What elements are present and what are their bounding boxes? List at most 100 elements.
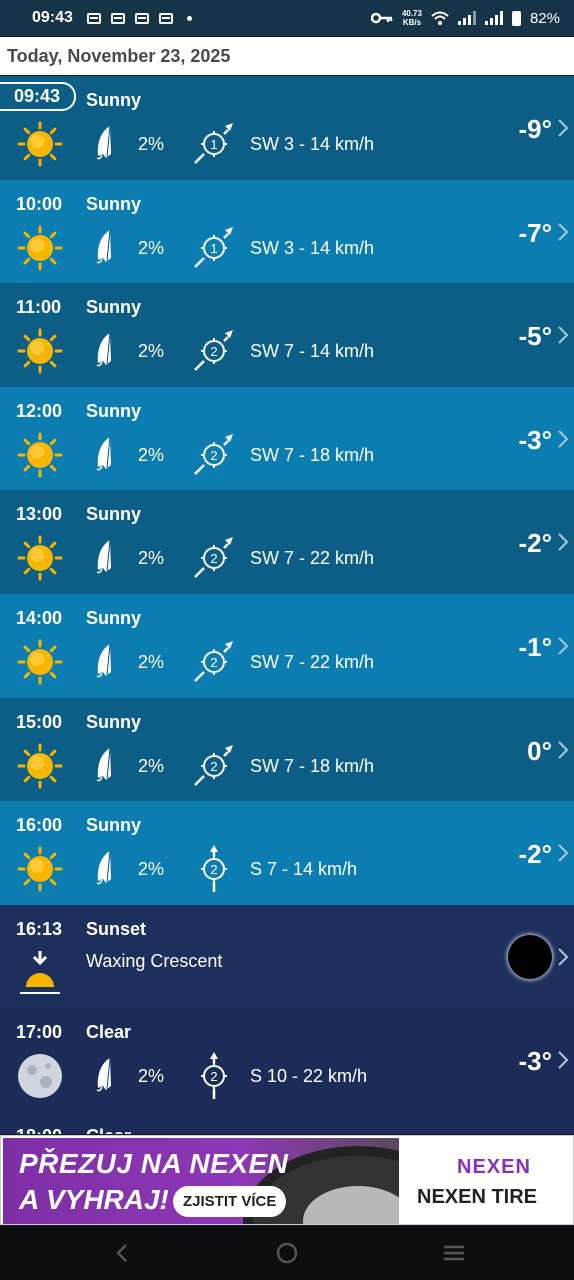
wind-value: SW 3 - 14 km/h bbox=[250, 134, 375, 154]
ad-cta-button[interactable]: ZJISTIT VÍCE bbox=[173, 1186, 287, 1217]
sun-icon bbox=[16, 742, 64, 790]
forecast-row[interactable]: 18:00 Clear bbox=[0, 1111, 574, 1134]
network-speed-value: 40.73 bbox=[401, 9, 422, 18]
precipitation-value: 2% bbox=[138, 755, 165, 776]
chevron-right-icon[interactable] bbox=[556, 118, 570, 138]
umbrella-icon bbox=[94, 849, 116, 885]
status-time: 09:43 bbox=[32, 9, 73, 26]
temperature-value: 0° bbox=[527, 735, 552, 766]
wind-direction-icon: 2 bbox=[190, 1052, 238, 1100]
forecast-row[interactable]: 15:00 Sunny 2% 2 SW 7 - 18 km/h 0° bbox=[0, 697, 574, 802]
wind-direction-icon: 2 bbox=[190, 431, 238, 479]
forecast-row[interactable]: 09:43 Sunny 2% 1 SW 3 - 14 km/h -9° bbox=[0, 76, 574, 180]
chevron-right-icon[interactable] bbox=[556, 429, 570, 449]
ad-image[interactable]: PŘEZUJ NA NEXEN A VYHRAJ! ZJISTIT VÍCE bbox=[3, 1138, 399, 1224]
umbrella-icon bbox=[94, 331, 116, 367]
chevron-right-icon[interactable] bbox=[556, 532, 570, 552]
moon-icon bbox=[16, 1052, 64, 1100]
forecast-row[interactable]: 14:00 Sunny 2% 2 SW 7 - 22 km/h -1° bbox=[0, 593, 574, 698]
condition-label: Sunny bbox=[86, 711, 142, 732]
hour-label: 14:00 bbox=[16, 607, 63, 628]
notification-icon bbox=[134, 12, 149, 24]
sun-icon bbox=[16, 534, 64, 582]
key-icon bbox=[370, 12, 393, 24]
hour-label: 12:00 bbox=[16, 400, 63, 421]
hourly-forecast-list[interactable]: 09:43 Sunny 2% 1 SW 3 - 14 km/h -9° 10:00 Sunny… bbox=[0, 76, 574, 1134]
svg-text:2: 2 bbox=[210, 551, 217, 566]
chevron-right-icon[interactable] bbox=[556, 740, 570, 760]
wind-value: SW 7 - 22 km/h bbox=[250, 548, 375, 569]
svg-text:2: 2 bbox=[210, 862, 217, 877]
umbrella-icon bbox=[94, 538, 116, 574]
forecast-row[interactable]: 16:00 Sunny 2% 2 S 7 - 14 km/h -2° bbox=[0, 801, 574, 905]
chevron-right-icon[interactable] bbox=[556, 1050, 570, 1070]
wind-value: SW 7 - 22 km/h bbox=[250, 651, 375, 672]
sun-icon bbox=[16, 431, 64, 479]
forecast-row[interactable]: 12:00 Sunny 2% 2 SW 7 - 18 km/h -3° bbox=[0, 386, 574, 491]
ad-banner[interactable]: PŘEZUJ NA NEXEN A VYHRAJ! ZJISTIT VÍCE N… bbox=[0, 1135, 574, 1225]
nexen-logo: NEXEN bbox=[457, 1156, 531, 1178]
forecast-row[interactable]: 13:00 Sunny 2% 2 SW 7 - 22 km/h -2° bbox=[0, 490, 574, 594]
temperature-value: -9° bbox=[518, 114, 552, 144]
svg-text:1: 1 bbox=[210, 241, 217, 256]
wind-value: SW 7 - 14 km/h bbox=[250, 341, 375, 362]
chevron-right-icon[interactable] bbox=[556, 222, 570, 242]
condition-label: Sunny bbox=[86, 607, 142, 628]
battery-percent: 82% bbox=[529, 9, 560, 27]
wind-direction-icon: 2 bbox=[190, 742, 238, 790]
umbrella-icon bbox=[94, 228, 116, 264]
precipitation-value: 2% bbox=[138, 548, 165, 569]
back-icon[interactable] bbox=[108, 1239, 136, 1267]
chevron-right-icon[interactable] bbox=[556, 325, 570, 345]
temperature-value: -3° bbox=[518, 424, 552, 455]
mail-icon bbox=[158, 12, 173, 24]
wind-direction-icon: 2 bbox=[190, 534, 238, 582]
condition-label: Sunset bbox=[86, 918, 147, 939]
network-speed-unit: KB/s bbox=[402, 18, 422, 27]
chevron-right-icon[interactable] bbox=[556, 843, 570, 863]
forecast-row[interactable]: 11:00 Sunny 2% 2 SW 7 - 14 km/h -5° bbox=[0, 283, 574, 387]
temperature-value: -5° bbox=[518, 321, 552, 352]
wind-direction-icon: 2 bbox=[190, 845, 238, 893]
forecast-row[interactable]: 17:00 Clear 2% 2 S 10 - 22 km/h -3° bbox=[0, 1008, 574, 1112]
forecast-row[interactable]: 16:13 Sunset Waxing Crescent bbox=[0, 904, 574, 1009]
condition-label: Sunny bbox=[86, 297, 142, 318]
precipitation-value: 2% bbox=[138, 134, 165, 154]
notification-icon bbox=[110, 12, 125, 24]
signal-icon bbox=[484, 11, 503, 25]
forecast-row[interactable]: 10:00 Sunny 2% 1 SW 3 - 14 km/h -7° bbox=[0, 179, 574, 284]
precipitation-value: 2% bbox=[138, 444, 165, 465]
ad-logo-panel[interactable]: NEXEN NEXEN TIRE bbox=[401, 1138, 573, 1224]
hour-label: 10:00 bbox=[16, 193, 63, 214]
hour-label: 16:00 bbox=[16, 815, 63, 836]
hour-label: 17:00 bbox=[16, 1022, 63, 1043]
date-header: Today, November 23, 2025 bbox=[0, 37, 574, 75]
hour-label: 15:00 bbox=[16, 711, 63, 732]
temperature-value: -2° bbox=[518, 839, 552, 870]
home-icon[interactable] bbox=[273, 1239, 301, 1267]
sun-icon bbox=[16, 638, 64, 686]
chevron-right-icon[interactable] bbox=[556, 636, 570, 656]
condition-label: Sunny bbox=[86, 400, 142, 421]
recent-apps-icon[interactable] bbox=[440, 1239, 468, 1267]
ad-headline: PŘEZUJ NA NEXEN bbox=[19, 1148, 289, 1179]
network-speed: 40.73 KB/s bbox=[402, 9, 422, 27]
wind-direction-icon: 2 bbox=[190, 327, 238, 375]
svg-text:2: 2 bbox=[210, 1069, 217, 1084]
system-nav-bar bbox=[0, 1226, 574, 1280]
umbrella-icon bbox=[94, 1056, 116, 1092]
precipitation-value: 2% bbox=[138, 859, 165, 880]
sun-icon bbox=[16, 845, 64, 893]
moon-phase-label: Waxing Crescent bbox=[86, 950, 223, 971]
wind-value: S 7 - 14 km/h bbox=[250, 859, 358, 880]
temperature-value: -7° bbox=[518, 217, 552, 248]
chevron-right-icon[interactable] bbox=[556, 947, 570, 967]
umbrella-icon bbox=[94, 642, 116, 678]
notification-icon bbox=[86, 12, 101, 24]
wind-direction-icon: 1 bbox=[190, 224, 238, 272]
ad-brand-name: NEXEN TIRE bbox=[417, 1186, 538, 1208]
precipitation-value: 2% bbox=[138, 651, 165, 672]
precipitation-value: 2% bbox=[138, 1066, 165, 1087]
current-hour-label: 09:43 bbox=[0, 82, 77, 111]
wifi-icon bbox=[431, 11, 449, 25]
